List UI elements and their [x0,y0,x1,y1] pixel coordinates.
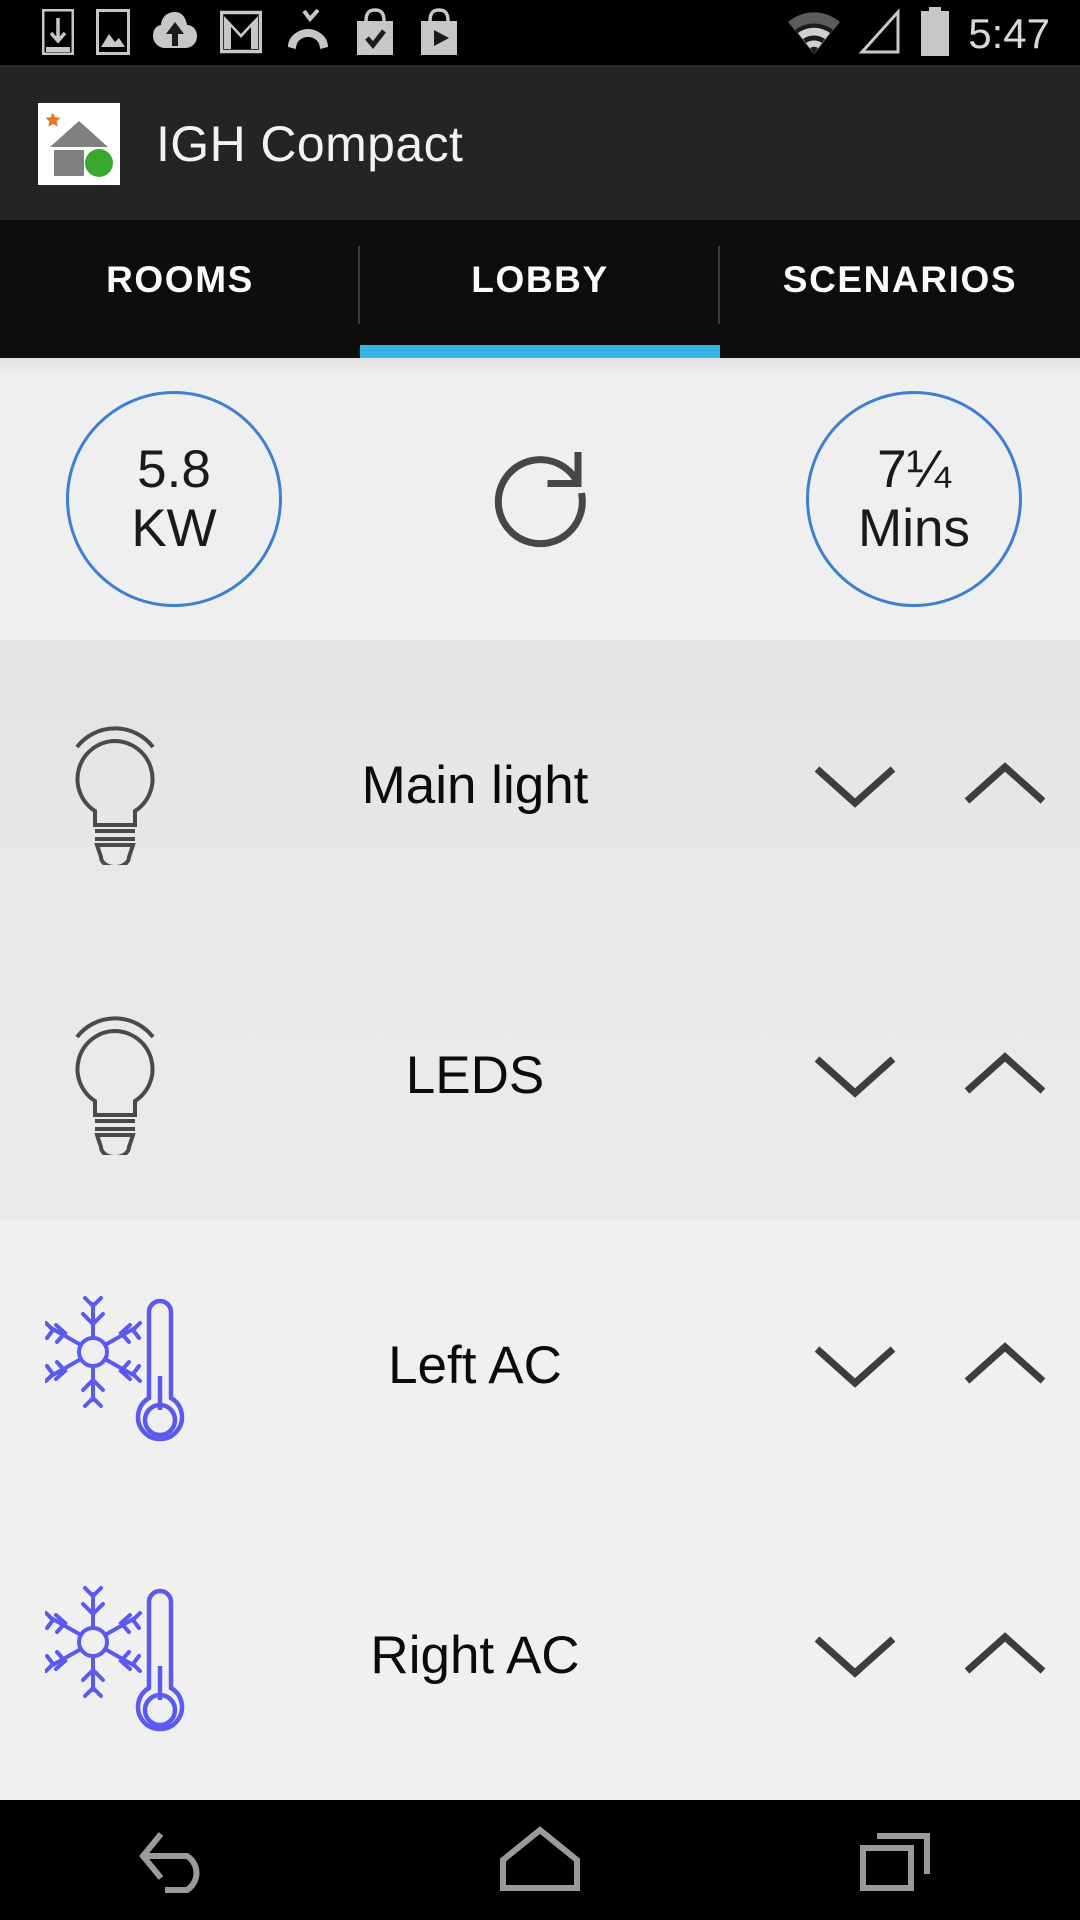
device-increase-button[interactable] [930,1045,1080,1105]
device-increase-button[interactable] [930,1335,1080,1395]
chevron-down-icon [814,1056,896,1098]
power-gauge[interactable]: 5.8 KW [66,391,282,607]
status-bar-clock: 5:47 [968,10,1050,57]
tab-lobby[interactable]: LOBBY [360,220,720,358]
tab-rooms-label: ROOMS [106,259,254,300]
status-bar: 5:47 [0,0,1080,68]
light-bulb-icon [0,995,230,1155]
recents-icon [860,1833,930,1891]
device-decrease-button[interactable] [780,1045,930,1105]
device-decrease-button[interactable] [780,1625,930,1685]
device-label: Main light [361,755,589,815]
summary-panel: 5.8 KW 7¼ Mins [0,358,1080,640]
android-nav-bar [0,1800,1080,1920]
wifi-icon [786,8,842,61]
chevron-up-icon [964,762,1046,804]
missed-call-icon [284,8,332,60]
device-decrease-button[interactable] [780,755,930,815]
chevron-up-icon [964,1342,1046,1384]
play-store-update-icon [354,7,396,61]
chevron-down-icon [814,766,896,808]
ac-cooling-icon [0,1280,230,1450]
cloud-upload-icon [152,10,198,59]
chevron-down-icon [814,1346,896,1388]
recents-button[interactable] [810,1820,990,1900]
tab-lobby-label: LOBBY [471,259,609,300]
device-label: LEDS [405,1045,545,1105]
device-increase-button[interactable] [930,1625,1080,1685]
action-bar: IGH Compact [0,68,1080,220]
device-row-leds[interactable]: LEDS [0,930,1080,1220]
status-bar-right-icons: 5:47 [786,6,1080,62]
tab-rooms[interactable]: ROOMS [0,220,360,358]
light-bulb-icon [0,705,230,865]
device-decrease-button[interactable] [780,1335,930,1395]
tab-scenarios[interactable]: SCENARIOS [720,220,1080,358]
page-title: IGH Compact [156,116,464,172]
tab-scenarios-label: SCENARIOS [782,259,1018,300]
igh-compact-app-icon [38,103,120,185]
battery-icon [918,6,952,62]
runtime-value: 7¼ [877,439,951,499]
chevron-down-icon [814,1636,896,1678]
home-icon [500,1826,580,1891]
active-tab-indicator [360,345,720,358]
power-value: 5.8 [137,439,211,499]
ac-cooling-icon [0,1570,230,1740]
device-row-right-ac[interactable]: Right AC [0,1510,1080,1800]
download-manager-icon [41,8,75,60]
device-label: Left AC [388,1335,562,1395]
app-screen: 5:47 IGH Compact ROOMS LOBBY SCENARIOS 5… [0,0,1080,1920]
device-increase-button[interactable] [930,755,1080,815]
cellular-signal-icon [858,7,902,61]
runtime-unit: Mins [858,499,970,558]
chevron-up-icon [964,1632,1046,1674]
chevron-up-icon [964,1052,1046,1094]
status-bar-left-icons [0,7,460,61]
device-row-left-ac[interactable]: Left AC [0,1220,1080,1510]
home-button[interactable] [450,1820,630,1900]
back-arrow-icon [139,1832,200,1893]
power-unit: KW [131,499,217,558]
device-row-main-light[interactable]: Main light [0,640,1080,930]
gmail-icon [219,10,263,59]
photo-icon [96,8,130,60]
runtime-gauge[interactable]: 7¼ Mins [806,391,1022,607]
refresh-button[interactable] [479,436,601,563]
tab-bar: ROOMS LOBBY SCENARIOS [0,220,1080,358]
device-label: Right AC [370,1625,580,1685]
device-list: Main light LEDS Left AC Right AC [0,640,1080,1800]
back-button[interactable] [90,1820,270,1900]
play-store-icon [418,7,460,61]
refresh-icon [494,452,586,548]
